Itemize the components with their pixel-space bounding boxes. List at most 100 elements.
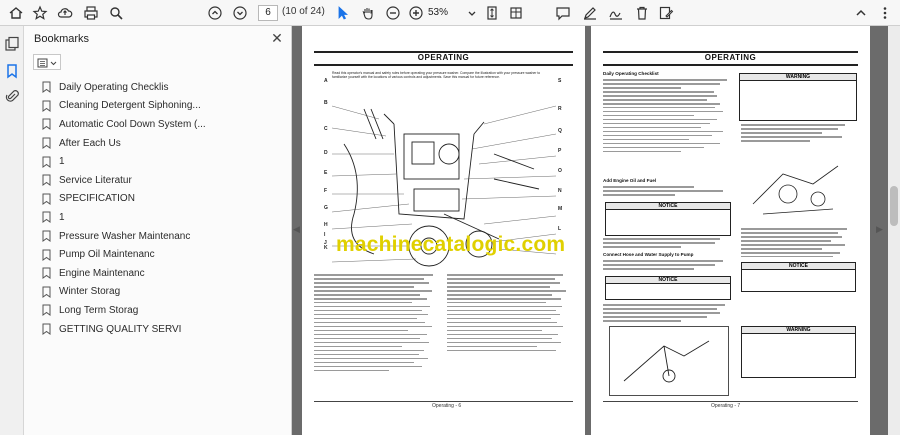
document-page-right: OPERATING Daily Operating Checklist Add …	[591, 26, 870, 435]
side-panel-tabs	[0, 26, 24, 435]
edit-pdf-icon[interactable]	[656, 3, 676, 23]
notice-box-water: NOTICE	[741, 262, 856, 292]
bookmark-label: After Each Us	[59, 137, 121, 149]
bookmark-label: Daily Operating Checklis	[59, 81, 169, 93]
bookmark-item[interactable]: GETTING QUALITY SERVI	[24, 320, 292, 339]
bookmark-item[interactable]: 1	[24, 208, 292, 227]
star-icon[interactable]	[30, 3, 50, 23]
warning-label: WARNING	[742, 327, 855, 334]
cloud-upload-icon[interactable]	[55, 3, 75, 23]
bookmark-label: SPECIFICATION	[59, 193, 135, 205]
select-cursor-icon[interactable]	[333, 3, 353, 23]
bookmark-item[interactable]: SPECIFICATION	[24, 190, 292, 209]
callout-label: A	[324, 78, 328, 84]
bookmark-item[interactable]: Long Term Storag	[24, 301, 292, 320]
page-thumbnails-icon[interactable]	[4, 36, 20, 52]
bookmarks-title: Bookmarks	[34, 33, 90, 45]
bookmark-flag-icon	[42, 267, 51, 280]
callout-label: E	[324, 170, 328, 176]
footer-rule	[603, 401, 858, 402]
more-options-icon[interactable]	[875, 3, 895, 23]
bookmark-label: GETTING QUALITY SERVI	[59, 323, 182, 335]
print-icon[interactable]	[81, 3, 101, 23]
fit-page-icon[interactable]	[482, 3, 502, 23]
bookmark-item[interactable]: After Each Us	[24, 134, 292, 153]
next-page-icon[interactable]	[230, 3, 250, 23]
callout-label: B	[324, 100, 328, 106]
warning-box-top: WARNING	[739, 73, 857, 121]
page-count: (10 of 24)	[282, 6, 325, 17]
bookmark-item[interactable]: Cleaning Detergent Siphoning...	[24, 97, 292, 116]
zoom-out-icon[interactable]	[383, 3, 403, 23]
warning-box-bottom: WARNING	[741, 326, 856, 378]
next-page-arrow-icon[interactable]: ▶	[876, 224, 883, 235]
bookmark-label: Long Term Storag	[59, 304, 139, 316]
callout-label: H	[324, 222, 328, 228]
scrollbar-thumb[interactable]	[890, 186, 898, 226]
bookmark-flag-icon	[42, 156, 51, 168]
page-number-input[interactable]: 6	[258, 5, 278, 21]
bookmark-item[interactable]: Winter Storag	[24, 283, 292, 302]
warning-followup-text	[741, 124, 856, 144]
bookmark-item[interactable]: Service Literatur	[24, 171, 292, 190]
callout-label: P	[558, 148, 562, 154]
previous-page-icon[interactable]	[205, 3, 225, 23]
sign-icon[interactable]	[606, 3, 626, 23]
connect-text	[603, 260, 733, 272]
chevron-down-icon[interactable]	[462, 3, 482, 23]
checklist-heading: Daily Operating Checklist	[603, 71, 659, 76]
bookmark-label: Winter Storag	[59, 286, 121, 298]
highlight-pen-icon[interactable]	[580, 3, 600, 23]
callout-label: N	[558, 188, 562, 194]
scrolling-mode-icon[interactable]	[506, 3, 526, 23]
hand-tool-icon[interactable]	[358, 3, 378, 23]
bookmark-item[interactable]: Pump Oil Maintenanc	[24, 245, 292, 264]
checklist-text	[603, 79, 733, 155]
callout-label: K	[324, 245, 328, 251]
callout-label: O	[558, 168, 562, 174]
pump-inlet-illustration	[752, 165, 839, 215]
collapse-toolbar-icon[interactable]	[851, 3, 871, 23]
bookmark-options-dropdown[interactable]	[33, 54, 61, 70]
search-icon[interactable]	[106, 3, 126, 23]
vertical-scrollbar[interactable]	[888, 26, 900, 435]
bookmark-item[interactable]: Automatic Cool Down System (...	[24, 115, 292, 134]
fuel-text	[603, 238, 733, 250]
home-icon[interactable]	[6, 3, 26, 23]
callout-label: Q	[558, 128, 562, 134]
bookmark-item[interactable]: 1	[24, 152, 292, 171]
delete-icon[interactable]	[632, 3, 652, 23]
page-title: OPERATING	[417, 53, 470, 62]
bookmark-label: Automatic Cool Down System (...	[59, 118, 206, 130]
notice-box-engine: NOTICE	[605, 202, 731, 236]
engine-heading: Add Engine Oil and Fuel	[603, 178, 657, 183]
watermark-text: machinecatalogic.com	[336, 233, 566, 256]
close-icon[interactable]: ✕	[269, 30, 285, 46]
title-rule	[603, 64, 858, 66]
zoom-level[interactable]: 53%	[424, 5, 462, 21]
bookmark-label: 1	[59, 156, 65, 168]
callout-label: F	[324, 188, 328, 194]
callout-label: R	[558, 106, 562, 112]
connect-heading: Connect Hose and Water Supply to Pump	[603, 252, 694, 257]
previous-page-arrow-icon[interactable]: ◀	[293, 224, 300, 235]
page-footer: Operating - 7	[711, 403, 741, 409]
bookmark-label: Pump Oil Maintenanc	[59, 249, 155, 261]
document-page-left: OPERATING Read this operator's manual an…	[302, 26, 585, 435]
bookmark-label: Cleaning Detergent Siphoning...	[59, 100, 201, 112]
zoom-in-icon[interactable]	[406, 3, 426, 23]
inlet-text	[741, 228, 856, 260]
bookmark-icon[interactable]	[4, 63, 20, 79]
page-footer: Operating - 6	[432, 403, 462, 409]
attachment-icon[interactable]	[4, 88, 20, 104]
bookmark-item[interactable]: Engine Maintenanc	[24, 264, 292, 283]
bookmark-item[interactable]: Daily Operating Checklis	[24, 78, 292, 97]
bookmark-item[interactable]: Pressure Washer Maintenanc	[24, 227, 292, 246]
bookmark-flag-icon	[42, 286, 51, 298]
notice-label: NOTICE	[606, 277, 730, 284]
bookmark-flag-icon	[42, 211, 51, 224]
callout-label: I	[324, 232, 326, 238]
parts-list-left	[314, 274, 439, 374]
comment-icon[interactable]	[553, 3, 573, 23]
bookmark-label: Engine Maintenanc	[59, 267, 145, 279]
